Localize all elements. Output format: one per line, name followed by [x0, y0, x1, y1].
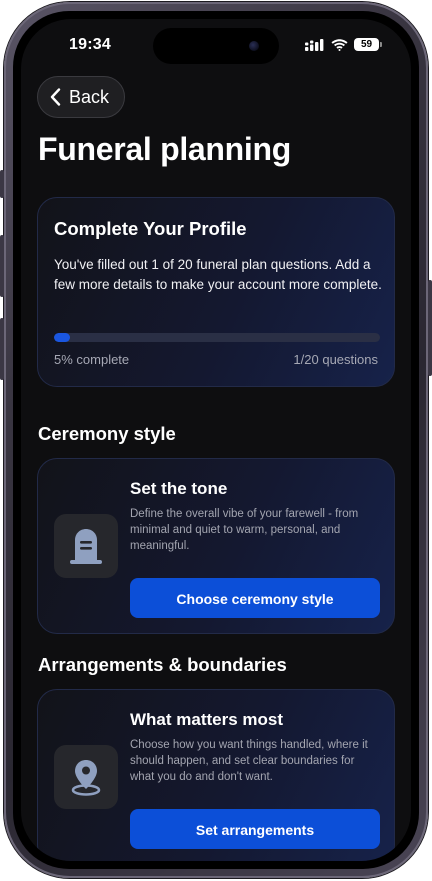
- arrangements-card-description: Choose how you want things handled, wher…: [130, 739, 368, 783]
- section-heading-arrangements: Arrangements & boundaries: [38, 654, 287, 675]
- profile-progress-bar: [54, 333, 380, 342]
- cellular-signal-icon: [305, 38, 324, 51]
- back-button[interactable]: Back: [37, 76, 125, 118]
- wifi-icon: [331, 38, 348, 51]
- set-arrangements-button[interactable]: Set arrangements: [130, 809, 380, 849]
- ceremony-card-title: Set the tone: [130, 479, 228, 498]
- status-time: 19:34: [69, 36, 111, 53]
- status-indicators: 59: [305, 38, 382, 51]
- action-button: [0, 170, 4, 198]
- battery-icon: 59: [354, 38, 382, 51]
- screen: 19:34 59 Back Funeral planning Complete …: [21, 19, 411, 861]
- profile-progress-fill: [54, 333, 71, 342]
- progress-percent-label: 5% complete: [54, 352, 130, 367]
- dynamic-island: [153, 28, 279, 64]
- ceremony-card-description: Define the overall vibe of your farewell…: [130, 508, 359, 552]
- section-heading-ceremony-style: Ceremony style: [38, 423, 176, 444]
- progress-count-label: 1/20 questions: [293, 352, 378, 367]
- status-bar: 19:34 59: [21, 19, 411, 73]
- page-title: Funeral planning: [38, 131, 291, 167]
- profile-card-title: Complete Your Profile: [54, 218, 247, 239]
- arrangements-icon-tile: [54, 745, 118, 809]
- choose-ceremony-style-button[interactable]: Choose ceremony style: [130, 578, 380, 618]
- arrangements-card-title: What matters most: [130, 710, 284, 729]
- ceremony-style-card: Set the tone Define the overall vibe of …: [37, 458, 395, 634]
- back-button-label: Back: [69, 86, 110, 107]
- profile-card-description: You've filled out 1 of 20 funeral plan q…: [54, 257, 382, 292]
- power-button: [428, 280, 432, 376]
- volume-down-button: [0, 318, 4, 380]
- front-camera: [249, 41, 259, 51]
- location-pin-icon: [71, 760, 101, 796]
- gravestone-icon: [70, 529, 102, 564]
- ceremony-icon-tile: [54, 514, 118, 578]
- profile-progress-card: Complete Your Profile You've filled out …: [37, 197, 395, 387]
- chevron-left-icon: [50, 88, 61, 106]
- volume-up-button: [0, 235, 4, 297]
- phone-device: 19:34 59 Back Funeral planning Complete …: [0, 0, 432, 881]
- arrangements-card: What matters most Choose how you want th…: [37, 689, 395, 861]
